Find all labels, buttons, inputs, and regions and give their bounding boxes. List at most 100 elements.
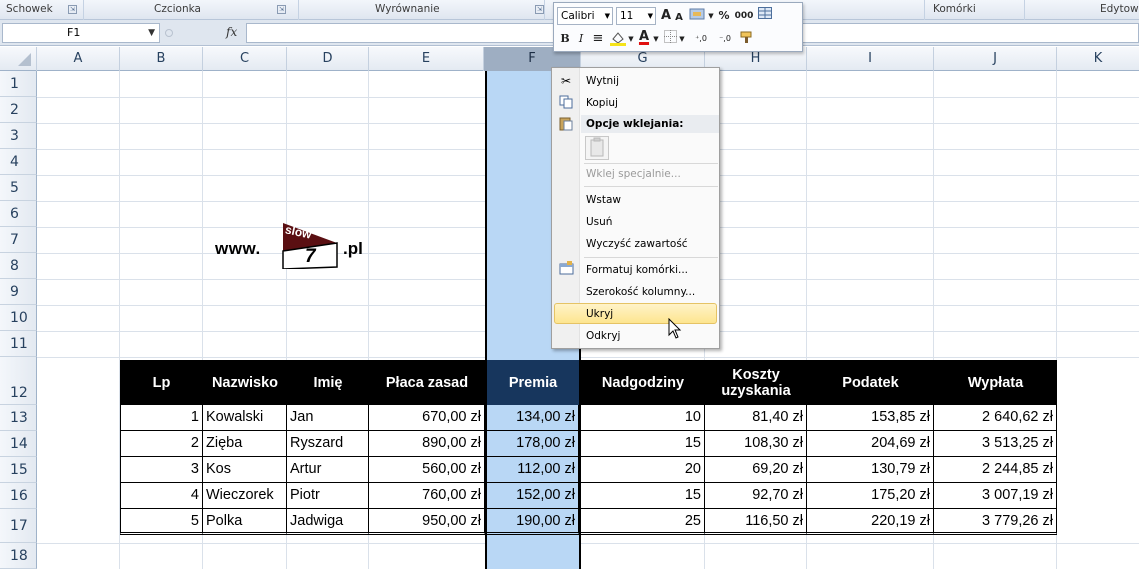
font-color-button[interactable]: A [636,28,652,46]
row-header-3[interactable]: 3 [0,123,37,149]
menu-item-usun[interactable]: Usuń [586,213,612,231]
row-header-15[interactable]: 15 [0,457,37,483]
cell-imie[interactable]: Jan [287,405,369,431]
row-header-5[interactable]: 5 [0,175,37,201]
menu-item-wstaw[interactable]: Wstaw [586,191,621,209]
cell-podatek[interactable]: 204,69 zł [807,431,934,457]
row-header-7[interactable]: 7 [0,227,37,253]
cell-koszty[interactable]: 92,70 zł [705,483,807,509]
row-header-8[interactable]: 8 [0,253,37,279]
cell-podatek[interactable]: 130,79 zł [807,457,934,483]
cell-wyplata[interactable]: 2 640,62 zł [934,405,1057,431]
cell-nazwisko[interactable]: Wieczorek [203,483,287,509]
cell-lp[interactable]: 5 [120,509,203,535]
format-painter-icon[interactable] [738,30,756,48]
row-header-10[interactable]: 10 [0,305,37,331]
chevron-down-icon[interactable]: ▼ [148,24,155,42]
cell-podatek[interactable]: 153,85 zł [807,405,934,431]
cell-style-icon[interactable] [687,7,707,25]
cell-nazwisko[interactable]: Kowalski [203,405,287,431]
cell-nadgodziny[interactable]: 10 [581,405,705,431]
cell-wyplata[interactable]: 3 007,19 zł [934,483,1057,509]
align-center-icon[interactable]: ≡ [590,30,606,48]
dialog-launcher-icon[interactable]: ⇲ [535,5,544,14]
font-size-select[interactable]: 11 ▼ [616,7,656,25]
cell-imie[interactable]: Ryszard [287,431,369,457]
cell-podatek[interactable]: 220,19 zł [807,509,934,535]
row-header-6[interactable]: 6 [0,201,37,227]
cell-nadgodziny[interactable]: 15 [581,483,705,509]
select-all-corner[interactable] [0,47,37,71]
cell-placa[interactable]: 890,00 zł [369,431,485,457]
dialog-launcher-icon[interactable]: ⇲ [277,5,286,14]
row-header-1[interactable]: 1 [0,71,37,97]
row-header-17[interactable]: 17 [0,509,37,543]
font-name-select[interactable]: Calibri ▼ [557,7,613,25]
row-header-12[interactable]: 12 [0,357,37,405]
cell-nadgodziny[interactable]: 25 [581,509,705,535]
cell-premia[interactable]: 178,00 zł [487,431,579,457]
cell-premia[interactable]: 152,00 zł [487,483,579,509]
cell-nazwisko[interactable]: Kos [203,457,287,483]
menu-item-odkryj[interactable]: Odkryj [586,327,620,345]
cell-nadgodziny[interactable]: 20 [581,457,705,483]
menu-item-kopiuj[interactable]: Kopiuj [586,94,618,112]
cell-koszty[interactable]: 81,40 zł [705,405,807,431]
cell-wyplata[interactable]: 3 779,26 zł [934,509,1057,535]
cell-imie[interactable]: Piotr [287,483,369,509]
cell-lp[interactable]: 4 [120,483,203,509]
bold-button[interactable]: B [558,30,572,48]
menu-item-ukryj[interactable]: Ukryj [586,305,613,323]
menu-item-szerokosc-kolumny[interactable]: Szerokość kolumny... [586,283,695,301]
cell-nazwisko[interactable]: Zięba [203,431,287,457]
menu-item-wyczysc[interactable]: Wyczyść zawartość [586,235,688,253]
column-header-k[interactable]: K [1057,47,1139,71]
chevron-down-icon[interactable]: ▼ [627,30,635,48]
cell-nazwisko[interactable]: Polka [203,509,287,535]
paste-option-button[interactable] [585,136,609,160]
cell-lp[interactable]: 1 [120,405,203,431]
row-header-11[interactable]: 11 [0,331,37,357]
column-header-j[interactable]: J [934,47,1057,71]
column-header-i[interactable]: I [807,47,934,71]
row-header-18[interactable]: 18 [0,543,37,569]
borders-icon[interactable] [662,30,678,48]
row-header-2[interactable]: 2 [0,97,37,123]
row-header-9[interactable]: 9 [0,279,37,305]
cell-wyplata[interactable]: 2 244,85 zł [934,457,1057,483]
row-header-13[interactable]: 13 [0,405,37,431]
chevron-down-icon[interactable]: ▼ [707,7,715,25]
row-header-4[interactable]: 4 [0,149,37,175]
thousands-separator-button[interactable]: 000 [733,7,755,25]
percent-style-button[interactable]: % [717,7,731,25]
column-header-b[interactable]: B [120,47,203,71]
increase-decimal-button[interactable]: ⁺,0 [690,30,712,48]
cell-placa[interactable]: 760,00 zł [369,483,485,509]
cell-koszty[interactable]: 69,20 zł [705,457,807,483]
chevron-down-icon[interactable]: ▼ [652,30,660,48]
cell-podatek[interactable]: 175,20 zł [807,483,934,509]
column-header-d[interactable]: D [287,47,369,71]
fill-color-icon[interactable] [609,30,627,48]
cell-lp[interactable]: 3 [120,457,203,483]
cell-imie[interactable]: Artur [287,457,369,483]
format-table-icon[interactable] [757,7,773,25]
cell-premia[interactable]: 134,00 zł [487,405,579,431]
column-header-a[interactable]: A [37,47,120,71]
menu-item-wytnij[interactable]: Wytnij [586,72,619,90]
column-header-c[interactable]: C [203,47,287,71]
cell-nadgodziny[interactable]: 15 [581,431,705,457]
cell-placa[interactable]: 560,00 zł [369,457,485,483]
italic-button[interactable]: I [574,30,588,48]
cell-imie[interactable]: Jadwiga [287,509,369,535]
chevron-down-icon[interactable]: ▼ [678,30,686,48]
cell-premia[interactable]: 112,00 zł [487,457,579,483]
cell-lp[interactable]: 2 [120,431,203,457]
dialog-launcher-icon[interactable]: ⇲ [68,5,77,14]
column-header-e[interactable]: E [369,47,484,71]
grow-font-button[interactable]: A [659,7,673,25]
cell-wyplata[interactable]: 3 513,25 zł [934,431,1057,457]
cell-koszty[interactable]: 108,30 zł [705,431,807,457]
row-header-14[interactable]: 14 [0,431,37,457]
cell-placa[interactable]: 950,00 zł [369,509,485,535]
